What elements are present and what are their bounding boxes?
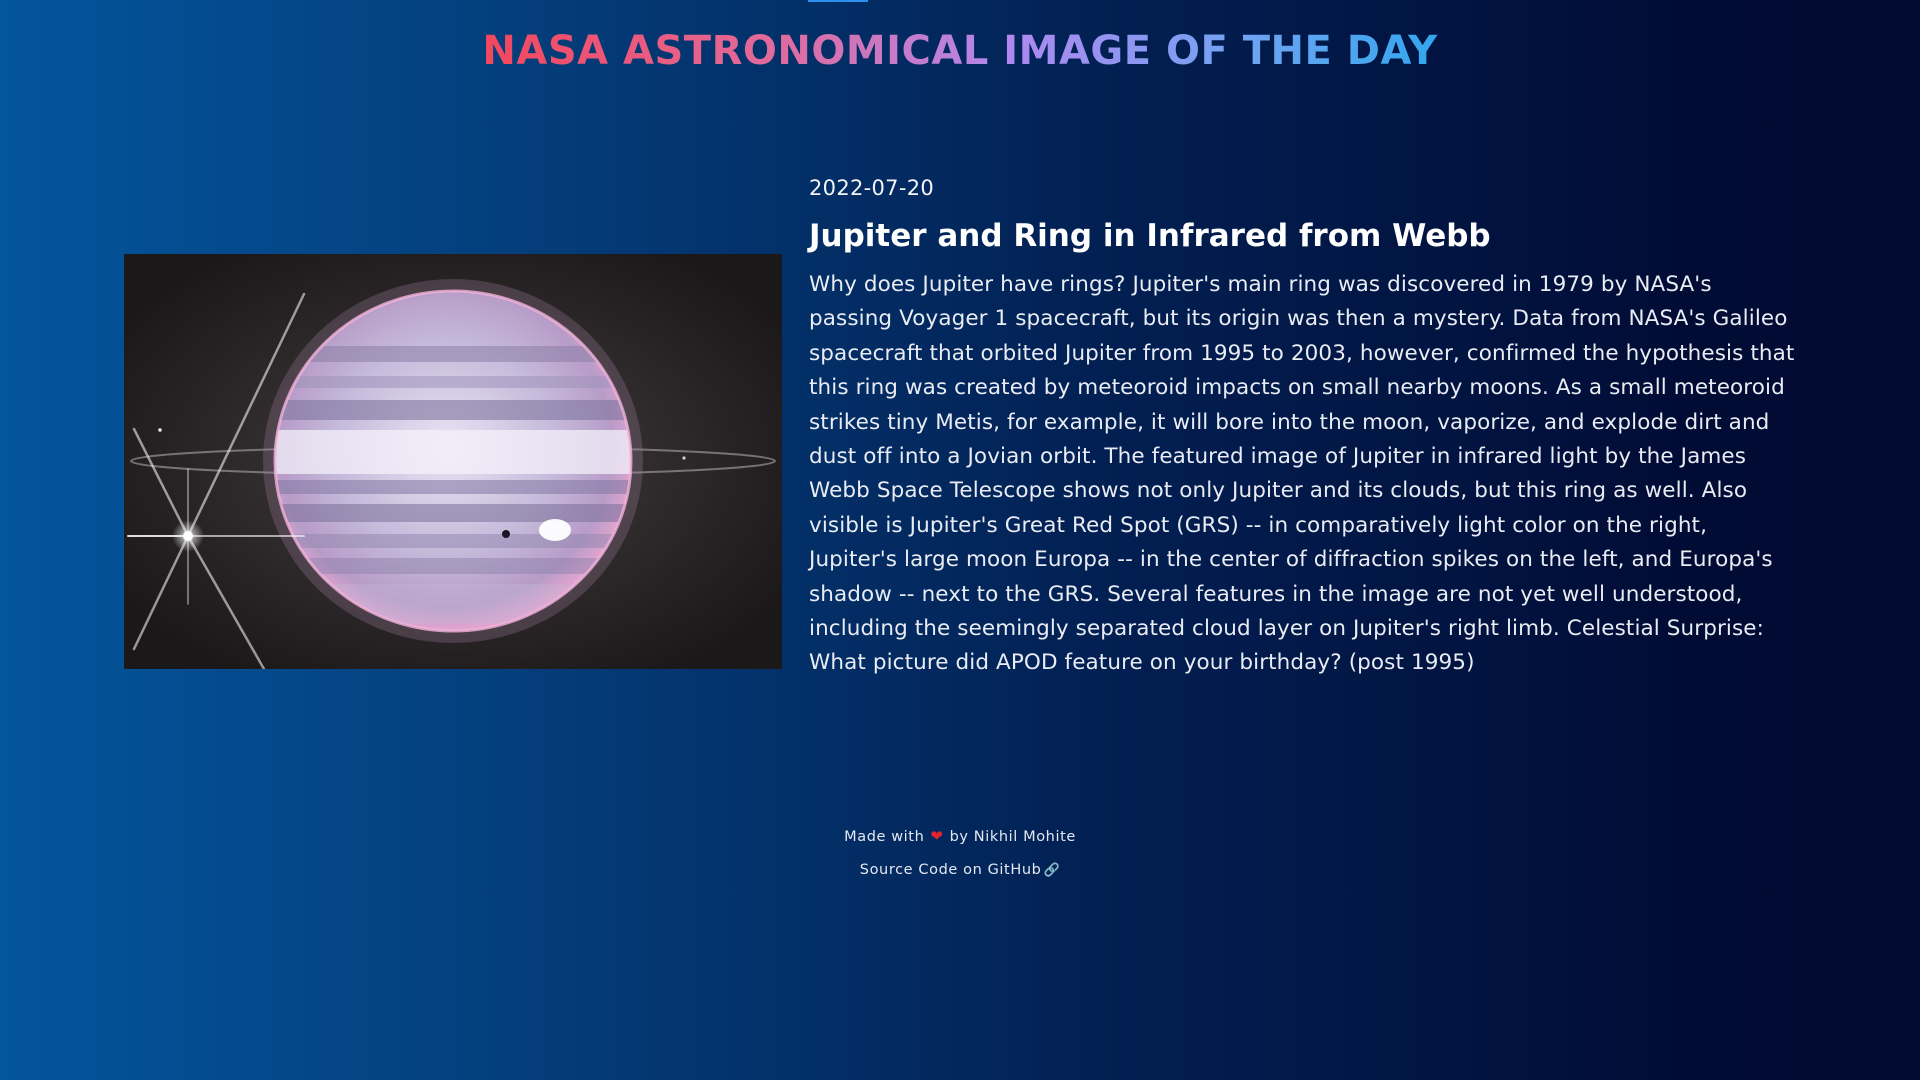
footer-source: Source Code on GitHub 🔗 (0, 860, 1920, 894)
apod-title: Jupiter and Ring in Infrared from Webb (809, 218, 1491, 254)
page-title: NASA ASTRONOMICAL IMAGE OF THE DAY (482, 28, 1438, 74)
apod-explanation: Why does Jupiter have rings? Jupiter's m… (809, 272, 1795, 676)
header: NASA ASTRONOMICAL IMAGE OF THE DAY (0, 28, 1920, 74)
source-code-label: Source Code on GitHub (859, 862, 1042, 878)
apod-content: 2022-07-20 Jupiter and Ring in Infrared … (809, 176, 1799, 681)
author-text: by Nikhil Mohite (949, 829, 1076, 845)
top-progress-bar (808, 0, 868, 2)
apod-image (124, 254, 782, 669)
footer-credit: Made with ❤ by Nikhil Mohite (0, 826, 1920, 860)
source-code-link[interactable]: Source Code on GitHub 🔗 (860, 862, 1060, 878)
made-with-text: Made with (844, 829, 925, 845)
heart-icon: ❤ (930, 827, 944, 845)
apod-date: 2022-07-20 (809, 176, 935, 200)
footer: Made with ❤ by Nikhil Mohite Source Code o… (0, 826, 1920, 894)
link-icon: 🔗 (1043, 863, 1061, 878)
